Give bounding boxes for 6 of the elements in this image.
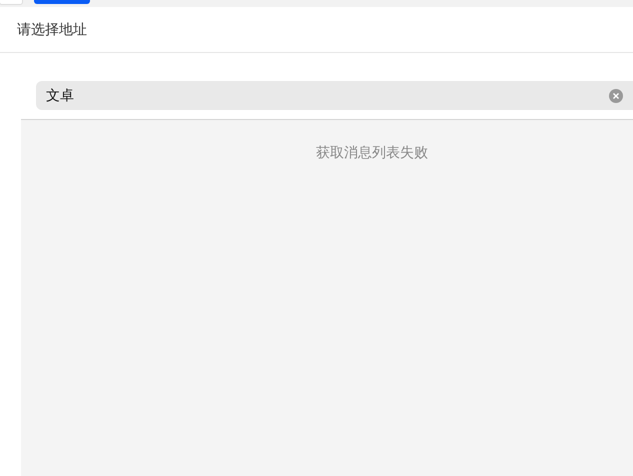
page-title: 请选择地址 <box>17 20 87 38</box>
error-message: 获取消息列表失败 <box>316 145 428 161</box>
primary-button[interactable] <box>34 0 90 4</box>
clear-icon[interactable] <box>609 89 623 103</box>
toolbar-button[interactable] <box>0 0 23 5</box>
search-field[interactable]: 文卓 <box>36 81 633 110</box>
